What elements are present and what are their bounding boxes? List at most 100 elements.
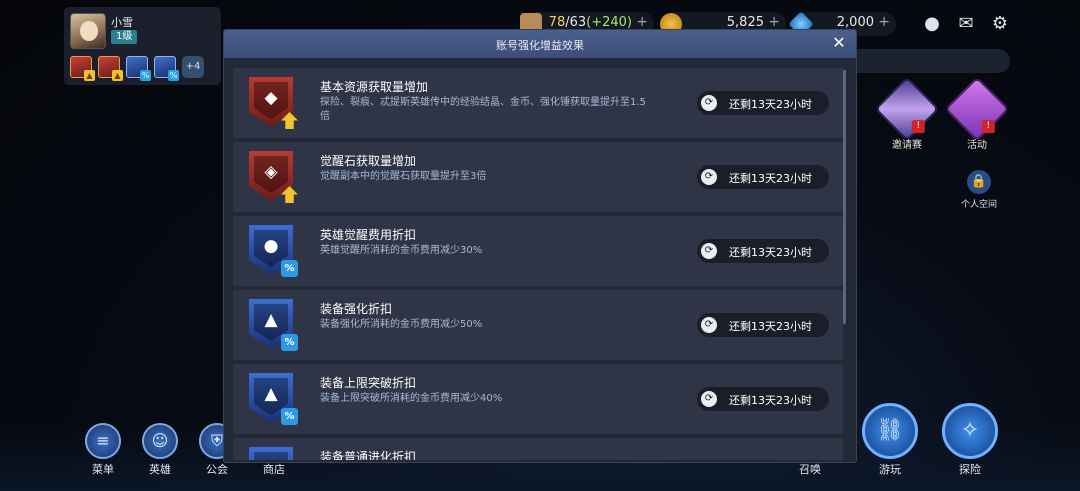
chat-icon[interactable]: ● [922,14,942,34]
invite-event-button[interactable]: ! 邀请赛 [874,76,940,151]
effect-badge-icon: ◈ [249,151,298,203]
effect-title: 装备强化折扣 [320,302,393,316]
nav-summon[interactable]: 召唤 [785,461,835,477]
effect-timer-text: 还剩13天23小时 [729,98,812,111]
effect-timer: ⟳ 还剩13天23小时 [697,91,829,115]
activity-event-icon: ! [944,76,1010,142]
gold-amount: 5,825 [726,15,764,30]
nav-play[interactable]: ⛓ 游玩 [855,403,925,477]
effect-timer-text: 还剩13天23小时 [729,320,812,333]
close-button[interactable]: ✕ [830,34,848,52]
add-stamina-button[interactable]: + [636,14,648,30]
effect-row: ◆ 基本资源获取量增加 探险、裂痕、忒提斯英雄传中的经验结晶、金币、强化锤获取量… [233,68,843,138]
stamina-current: 78 [548,15,566,30]
alert-icon: ! [911,120,925,134]
player-avatar[interactable] [70,13,106,49]
alert-icon: ! [981,120,995,134]
modal-header: 账号强化增益效果 ✕ [224,30,856,58]
effect-corner-icon: % [281,260,298,277]
nav-explore-label: 探险 [959,463,981,476]
buff-up-icon: ▲ [84,70,95,81]
effect-badge-icon: ▲ % [249,447,293,460]
effect-row: ● % 英雄觉醒费用折扣 英雄觉醒所消耗的金币费用减少30% ⟳ 还剩13天23… [233,216,843,286]
buff-enhance-discount-icon[interactable]: % [154,56,179,81]
nav-menu-label: 菜单 [92,463,114,476]
buff-resource-icon[interactable]: ▲ [70,56,95,81]
add-gem-button[interactable]: + [878,14,890,30]
top-icon-bar: ● ✉ ⚙ [922,14,1010,34]
more-buffs-button[interactable]: +4 [182,56,204,78]
effect-row: ▲ % 装备普通进化折扣 ⟳ [233,438,843,460]
gear-icon[interactable]: ⚙ [990,14,1010,34]
effect-glyph-icon: ● [263,236,279,256]
effect-description: 装备强化所消耗的金币费用减少50% [320,319,483,330]
effect-title: 觉醒石获取量增加 [320,154,417,168]
player-level-badge: 1级 [111,30,138,44]
effect-row: ◈ 觉醒石获取量增加 觉醒副本中的觉醒石获取量提升至3倍 ⟳ 还剩13天23小时 [233,142,843,212]
effect-timer: ⟳ 还剩13天23小时 [697,165,829,189]
nav-summon-label: 召唤 [799,463,821,476]
effect-timer: ⟳ 还剩13天23小时 [697,239,829,263]
add-gold-button[interactable]: + [768,14,780,30]
effect-title: 英雄觉醒费用折扣 [320,228,417,242]
effect-corner-icon: % [281,334,298,351]
notice-bar[interactable] [840,49,1010,73]
chain-icon: ⛓ [862,403,918,459]
buff-awaken-stone-icon[interactable]: ▲ [98,56,123,81]
nav-menu[interactable]: ≡ 菜单 [78,423,128,477]
modal-title: 账号强化增益效果 [496,39,584,52]
compass-icon: ✧ [942,403,998,459]
effect-description: 探险、裂痕、忒提斯英雄传中的经验结晶、金币、强化锤获取量提升至1.5倍 [320,97,646,122]
menu-icon: ≡ [85,423,121,459]
nav-play-label: 游玩 [879,463,901,476]
scrollbar[interactable] [843,70,846,324]
buff-awaken-discount-icon[interactable]: % [126,56,151,81]
stamina-extra: (+240) [586,15,632,30]
effect-badge-icon: ● % [249,225,298,277]
effect-row: ▲ % 装备强化折扣 装备强化所消耗的金币费用减少50% ⟳ 还剩13天23小时 [233,290,843,360]
nav-explore[interactable]: ✧ 探险 [935,403,1005,477]
buff-up-icon: ▲ [112,70,123,81]
clock-icon: ⟳ [701,391,717,407]
clock-icon: ⟳ [701,95,717,111]
effect-description: 英雄觉醒所消耗的金币费用减少30% [320,245,483,256]
clock-icon: ⟳ [701,317,717,333]
lock-icon: 🔒 [967,170,991,194]
nav-hero[interactable]: ☺ 英雄 [135,423,185,477]
effect-description: 装备上限突破所消耗的金币费用减少40% [320,393,503,404]
account-buff-modal: 账号强化增益效果 ✕ ◆ 基本资源获取量增加 探险、裂痕、忒提斯英雄传中的经验结… [223,29,857,463]
effect-timer-text: 还剩13天23小时 [729,172,812,185]
personal-space-button[interactable]: 🔒 个人空间 [955,170,1003,210]
effect-title: 基本资源获取量增加 [320,80,429,94]
nav-shop-label: 商店 [263,463,285,476]
effects-list[interactable]: ◆ 基本资源获取量增加 探险、裂痕、忒提斯英雄传中的经验结晶、金币、强化锤获取量… [233,68,843,460]
invite-event-icon: ! [874,76,940,142]
effect-description: 觉醒副本中的觉醒石获取量提升至3倍 [320,171,487,182]
player-card[interactable]: 小雪 1级 ▲ ▲ % % +4 [64,7,221,85]
buff-discount-icon: % [168,70,179,81]
effect-glyph-icon: ▲ [249,458,293,460]
effect-timer-text: 还剩13天23小时 [729,246,812,259]
effect-corner-icon: % [281,408,298,425]
effect-badge-icon: ▲ % [249,299,298,351]
clock-icon: ⟳ [701,169,717,185]
gem-amount: 2,000 [836,15,874,30]
effect-badge-icon: ◆ [249,77,298,129]
activity-event-button[interactable]: ! 活动 [944,76,1010,151]
effect-glyph-icon: ▲ [264,384,278,404]
effect-timer: ⟳ 还剩13天23小时 [697,313,829,337]
buff-discount-icon: % [140,70,151,81]
effect-glyph-icon: ▲ [264,310,278,330]
active-buffs[interactable]: ▲ ▲ % % +4 [70,56,204,81]
clock-icon: ⟳ [701,243,717,259]
player-name: 小雪 [111,16,133,29]
stamina-max: /63 [565,15,587,30]
personal-space-label: 个人空间 [960,200,997,210]
nav-hero-label: 英雄 [149,463,171,476]
nav-shop[interactable]: 商店 [249,461,299,477]
effect-timer-text: 还剩13天23小时 [729,394,812,407]
hero-icon: ☺ [142,423,178,459]
effect-glyph-icon: ◈ [264,162,278,182]
effect-glyph-icon: ◆ [264,88,278,108]
mail-icon[interactable]: ✉ [956,14,976,34]
